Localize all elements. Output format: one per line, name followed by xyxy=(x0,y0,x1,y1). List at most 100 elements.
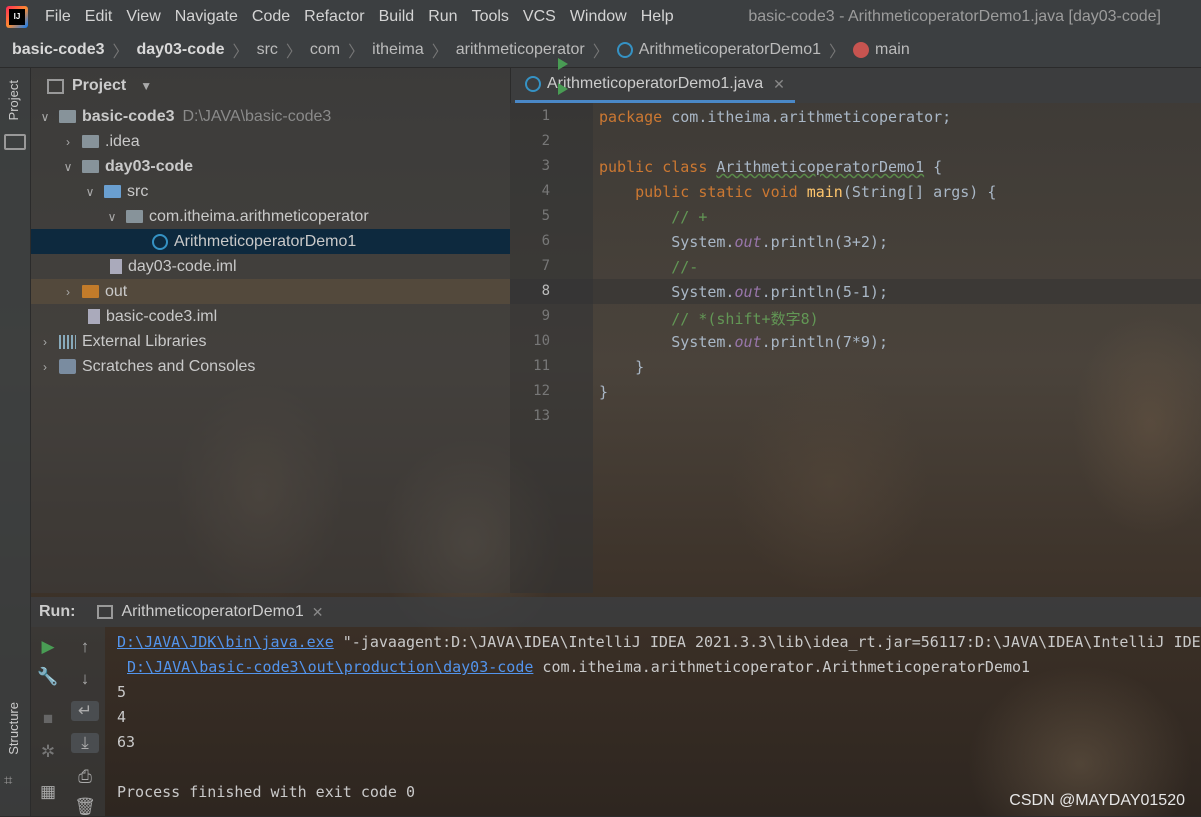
crumb-method[interactable]: main xyxy=(853,41,910,59)
tree-item-root[interactable]: ∨ basic-code3 D:\JAVA\basic-code3 xyxy=(31,104,510,129)
chevron-down-icon[interactable]: ∨ xyxy=(62,160,74,174)
run-class-icon[interactable] xyxy=(558,58,568,70)
stop-icon[interactable]: ■ xyxy=(34,709,62,729)
run-main-icon[interactable] xyxy=(558,83,568,95)
menu-run[interactable]: Run xyxy=(421,8,464,26)
chevron-down-icon[interactable]: ∨ xyxy=(39,110,51,124)
print-icon[interactable]: ⎙ xyxy=(71,767,99,787)
code-line: } xyxy=(599,383,609,401)
chevron-down-icon[interactable]: ∨ xyxy=(106,210,118,224)
layout-icon[interactable]: ▦ xyxy=(34,782,62,802)
run-toolbar-left: ▶ 🔧 ■ ✲ ▦ xyxy=(31,627,65,816)
structure-tool-tab[interactable]: Structure xyxy=(6,702,21,755)
class-icon xyxy=(525,76,541,92)
menu-vcs[interactable]: VCS xyxy=(516,8,563,26)
chevron-right-icon[interactable]: › xyxy=(62,285,74,299)
tree-item-external-libraries[interactable]: › External Libraries xyxy=(31,329,510,354)
arrow-down-icon[interactable]: ↓ xyxy=(71,669,99,689)
classpath-link[interactable]: D:\JAVA\basic-code3\out\production\day03… xyxy=(127,658,533,676)
code-line: System.out.println(7*9); xyxy=(599,333,888,351)
menu-file[interactable]: File xyxy=(38,8,78,26)
crumb-project[interactable]: basic-code3 xyxy=(12,41,104,59)
crumb-package[interactable]: arithmeticoperator xyxy=(456,41,585,59)
tree-item-root-iml[interactable]: basic-code3.iml xyxy=(31,304,510,329)
structure-icon[interactable]: ⌗ xyxy=(4,772,12,789)
class-icon xyxy=(616,42,633,58)
console-line: D:\JAVA\JDK\bin\java.exe "-javaagent:D:\… xyxy=(117,633,1201,651)
editor-tab[interactable]: ArithmeticoperatorDemo1.java ✕ xyxy=(515,68,795,103)
run-toolbar-right: ↑ ↓ ↵ ⤓ ⎙ 🗑 xyxy=(65,627,105,816)
module-folder-icon xyxy=(59,110,76,123)
wrench-icon[interactable]: 🔧 xyxy=(34,667,62,687)
console-output-line: 4 xyxy=(117,708,127,726)
crumb-class[interactable]: ArithmeticoperatorDemo1 xyxy=(616,41,821,59)
rerun-icon[interactable]: ▶ xyxy=(34,637,62,657)
library-icon xyxy=(59,334,76,349)
line-number: 7 xyxy=(541,258,550,274)
scroll-to-end-icon[interactable]: ⤓ xyxy=(71,733,99,753)
crumb-com[interactable]: com xyxy=(310,41,340,59)
chevron-down-icon[interactable]: ∨ xyxy=(84,185,96,199)
tree-item-module-iml[interactable]: day03-code.iml xyxy=(31,254,510,279)
project-panel-header[interactable]: Project ▼ xyxy=(31,68,510,104)
crumb-module[interactable]: day03-code xyxy=(137,41,225,59)
close-icon[interactable]: ✕ xyxy=(773,76,785,93)
line-number: 3 xyxy=(541,158,550,174)
menu-window[interactable]: Window xyxy=(563,8,634,26)
arrow-up-icon[interactable]: ↑ xyxy=(71,637,99,657)
menu-code[interactable]: Code xyxy=(245,8,297,26)
code-line: public static void main(String[] args) { xyxy=(599,183,997,201)
line-number: 8 xyxy=(541,283,550,299)
tree-item-package[interactable]: ∨ com.itheima.arithmeticoperator xyxy=(31,204,510,229)
menu-build[interactable]: Build xyxy=(372,8,422,26)
console-output-line: 5 xyxy=(117,683,127,701)
menu-help[interactable]: Help xyxy=(634,8,681,26)
class-icon xyxy=(152,233,168,250)
tree-item-out[interactable]: › out xyxy=(31,279,510,304)
tree-item-scratches[interactable]: › Scratches and Consoles xyxy=(31,354,510,379)
settings-icon[interactable]: ✲ xyxy=(34,742,62,762)
java-path-link[interactable]: D:\JAVA\JDK\bin\java.exe xyxy=(117,633,334,651)
code-comment: // + xyxy=(599,208,708,226)
crumb-itheima[interactable]: itheima xyxy=(372,41,424,59)
tree-item-idea[interactable]: › .idea xyxy=(31,129,510,154)
trash-icon[interactable]: 🗑 xyxy=(71,797,99,817)
menu-navigate[interactable]: Navigate xyxy=(168,8,245,26)
chevron-down-icon[interactable]: ▼ xyxy=(140,79,152,93)
scratches-icon xyxy=(59,359,76,374)
close-icon[interactable]: ✕ xyxy=(312,604,324,621)
project-panel: Project ▼ ∨ basic-code3 D:\JAVA\basic-cod… xyxy=(31,68,510,593)
iml-file-icon xyxy=(110,259,122,274)
line-number: 11 xyxy=(533,358,550,374)
project-tool-tab[interactable]: Project xyxy=(6,80,21,120)
code-line: public class ArithmeticoperatorDemo1 { xyxy=(599,158,943,176)
crumb-src[interactable]: src xyxy=(257,41,278,59)
menu-view[interactable]: View xyxy=(119,8,167,26)
line-number: 2 xyxy=(541,133,550,149)
console-output[interactable]: D:\JAVA\JDK\bin\java.exe "-javaagent:D:\… xyxy=(117,630,1201,805)
code-editor[interactable]: package com.itheima.arithmeticoperator; … xyxy=(593,103,1201,593)
console-output-line: 63 xyxy=(117,733,136,751)
soft-wrap-icon[interactable]: ↵ xyxy=(71,701,99,721)
iml-file-icon xyxy=(88,309,100,324)
tree-item-module[interactable]: ∨ day03-code xyxy=(31,154,510,179)
menu-tools[interactable]: Tools xyxy=(465,8,516,26)
tree-item-src[interactable]: ∨ src xyxy=(31,179,510,204)
chevron-right-icon[interactable]: › xyxy=(39,360,51,374)
menu-refactor[interactable]: Refactor xyxy=(297,8,371,26)
folder-icon[interactable] xyxy=(4,134,26,150)
package-icon xyxy=(126,210,143,223)
chevron-right-icon[interactable]: › xyxy=(39,335,51,349)
code-line: System.out.println(5-1); xyxy=(599,283,888,301)
line-number: 12 xyxy=(533,383,550,399)
window-title: basic-code3 - ArithmeticoperatorDemo1.ja… xyxy=(748,7,1161,25)
editor-tab-bar: ArithmeticoperatorDemo1.java ✕ xyxy=(510,68,1201,103)
line-number: 1 xyxy=(541,108,550,124)
line-number: 9 xyxy=(541,308,550,324)
left-tool-strip: Project Structure ⌗ xyxy=(0,68,31,816)
run-tab[interactable]: ArithmeticoperatorDemo1 ✕ xyxy=(97,603,323,621)
tree-item-class[interactable]: ArithmeticoperatorDemo1 xyxy=(31,229,510,254)
menu-edit[interactable]: Edit xyxy=(78,8,120,26)
chevron-right-icon[interactable]: › xyxy=(62,135,74,149)
